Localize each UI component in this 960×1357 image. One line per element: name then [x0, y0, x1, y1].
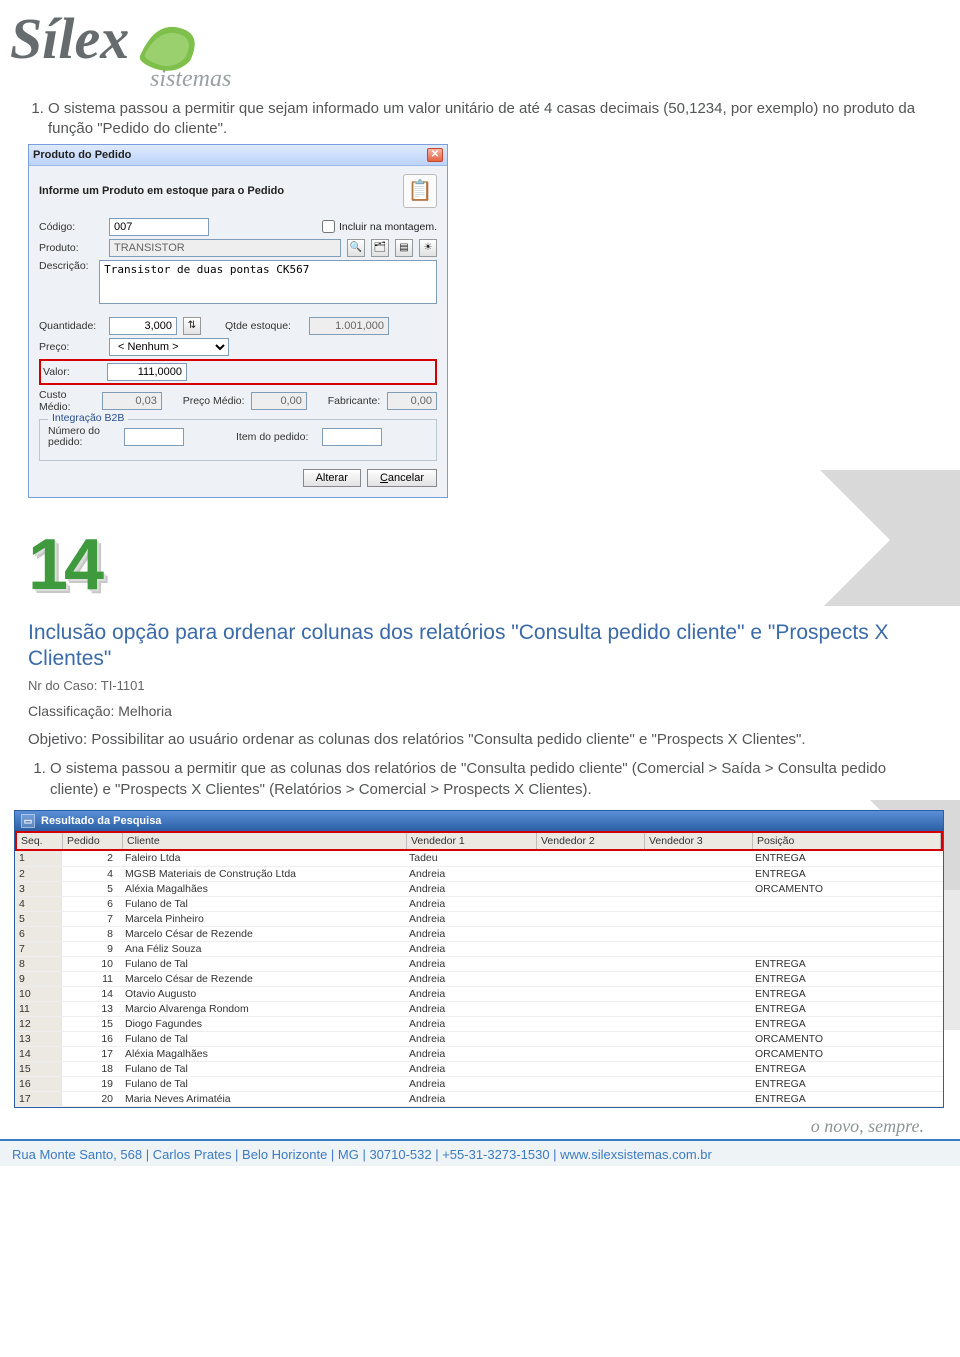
table-row[interactable]: 1316Fulano de TalAndreiaORCAMENTO [15, 1031, 943, 1046]
table-row[interactable]: 1720Maria Neves ArimatéiaAndreiaENTREGA [15, 1091, 943, 1106]
quantidade-input[interactable] [109, 317, 177, 335]
item-pedido-label: Item do pedido: [236, 431, 316, 443]
col-cliente[interactable]: Cliente [123, 833, 407, 849]
quantidade-stepper-icon[interactable]: ⇅ [183, 317, 201, 335]
preco-medio-label: Preço Médio: [183, 395, 245, 407]
clipboard-icon: 📋 [403, 174, 437, 208]
objective-text: Objetivo: Possibilitar ao usuário ordena… [28, 729, 920, 750]
dialog-instruction: Informe um Produto em estoque para o Ped… [39, 185, 284, 197]
descricao-textarea[interactable]: Transistor de duas pontas CK567 [99, 260, 437, 304]
dialog-titlebar: Produto do Pedido ✕ [29, 145, 447, 166]
footer-address: Rua Monte Santo, 568 | Carlos Prates | B… [0, 1139, 960, 1166]
cancelar-button[interactable]: Cancelar [367, 469, 437, 487]
result-table: 12Faleiro LtdaTadeuENTREGA24MGSB Materia… [15, 851, 943, 1107]
integracao-b2b-fieldset: Integração B2B Número do pedido: Item do… [39, 419, 437, 461]
col-pedido[interactable]: Pedido [63, 833, 123, 849]
table-row[interactable]: 12Faleiro LtdaTadeuENTREGA [15, 851, 943, 866]
section-list-item: O sistema passou a permitir que as colun… [50, 758, 920, 800]
valor-input[interactable] [107, 363, 187, 381]
result-title: Resultado da Pesquisa [41, 815, 161, 827]
table-row[interactable]: 46Fulano de TalAndreia [15, 896, 943, 911]
fabricante-label: Fabricante: [328, 395, 381, 407]
quantidade-label: Quantidade: [39, 320, 103, 332]
col-vendedor1[interactable]: Vendedor 1 [407, 833, 537, 849]
close-icon[interactable]: ✕ [427, 148, 443, 162]
classification-value: Melhoria [118, 703, 172, 719]
section-heading: Inclusão opção para ordenar colunas dos … [28, 620, 920, 673]
table-row[interactable]: 1113Marcio Alvarenga RondomAndreiaENTREG… [15, 1001, 943, 1016]
produto-pedido-dialog: Produto do Pedido ✕ Informe um Produto e… [28, 144, 448, 498]
folder-icon[interactable]: 🗂 [371, 239, 389, 257]
case-label: Nr do Caso: [28, 678, 97, 693]
table-row[interactable]: 24MGSB Materiais de Construção LtdaAndre… [15, 866, 943, 881]
col-posicao[interactable]: Posição [753, 833, 941, 849]
custo-medio-input [102, 392, 162, 410]
table-row[interactable]: 79Ana Féliz SouzaAndreia [15, 941, 943, 956]
fabricante-input [387, 392, 437, 410]
table-row[interactable]: 1417Aléxia MagalhãesAndreiaORCAMENTO [15, 1046, 943, 1061]
produto-label: Produto: [39, 242, 103, 254]
numero-pedido-label: Número do pedido: [48, 426, 118, 449]
codigo-input[interactable] [109, 218, 209, 236]
valor-label: Valor: [43, 366, 103, 378]
table-row[interactable]: 57Marcela PinheiroAndreia [15, 911, 943, 926]
col-seq[interactable]: Seq. [17, 833, 63, 849]
preco-select[interactable]: < Nenhum > [109, 338, 229, 356]
case-value: TI-1101 [101, 678, 145, 693]
result-columns-header[interactable]: Seq. Pedido Cliente Vendedor 1 Vendedor … [15, 831, 943, 851]
table-row[interactable]: 1619Fulano de TalAndreiaENTREGA [15, 1076, 943, 1091]
preco-label: Preço: [39, 341, 103, 353]
incluir-montagem-checkbox[interactable]: Incluir na montagem. [322, 220, 437, 233]
lookup-icon[interactable]: 🔍 [347, 239, 365, 257]
valor-highlight-box: Valor: [39, 359, 437, 385]
barcode-icon[interactable]: ▤ [395, 239, 413, 257]
classification-label: Classificação: [28, 703, 114, 719]
section-number-badge: 14 [28, 524, 960, 606]
window-icon: ▭ [21, 814, 35, 828]
table-row[interactable]: 1014Otavio AugustoAndreiaENTREGA [15, 986, 943, 1001]
produto-input[interactable] [109, 239, 341, 257]
qtde-estoque-input [309, 317, 389, 335]
item-pedido-input[interactable] [322, 428, 382, 446]
descricao-label: Descrição: [39, 260, 93, 272]
custo-medio-label: Custo Médio: [39, 389, 96, 413]
table-row[interactable]: 911Marcelo César de RezendeAndreiaENTREG… [15, 971, 943, 986]
fieldset-legend: Integração B2B [48, 412, 128, 424]
table-row[interactable]: 1518Fulano de TalAndreiaENTREGA [15, 1061, 943, 1076]
badge-digit: 14 [28, 524, 100, 606]
dialog-title: Produto do Pedido [33, 149, 131, 161]
intro-text-block: O sistema passou a permitir que sejam in… [0, 93, 960, 140]
logo-text: Sílex [10, 10, 129, 68]
qtde-estoque-label: Qtde estoque: [225, 320, 303, 332]
intro-list-item: O sistema passou a permitir que sejam in… [48, 99, 920, 140]
table-row[interactable]: 35Aléxia MagalhãesAndreiaORCAMENTO [15, 881, 943, 896]
col-vendedor2[interactable]: Vendedor 2 [537, 833, 645, 849]
star-icon[interactable]: ☀ [419, 239, 437, 257]
preco-medio-input [251, 392, 307, 410]
result-titlebar: ▭ Resultado da Pesquisa [15, 811, 943, 831]
table-row[interactable]: 1215Diogo FagundesAndreiaENTREGA [15, 1016, 943, 1031]
company-logo: Sílex sistemas [0, 0, 960, 93]
numero-pedido-input[interactable] [124, 428, 184, 446]
codigo-label: Código: [39, 221, 103, 233]
alterar-button[interactable]: Alterar [303, 469, 361, 487]
resultado-pesquisa-window: ▭ Resultado da Pesquisa Seq. Pedido Clie… [14, 810, 944, 1108]
footer-tagline: o novo, sempre. [0, 1116, 960, 1137]
col-vendedor3[interactable]: Vendedor 3 [645, 833, 753, 849]
table-row[interactable]: 68Marcelo César de RezendeAndreia [15, 926, 943, 941]
page-footer: o novo, sempre. Rua Monte Santo, 568 | C… [0, 1116, 960, 1166]
table-row[interactable]: 810Fulano de TalAndreiaENTREGA [15, 956, 943, 971]
logo-subtext: sistemas [150, 66, 960, 93]
